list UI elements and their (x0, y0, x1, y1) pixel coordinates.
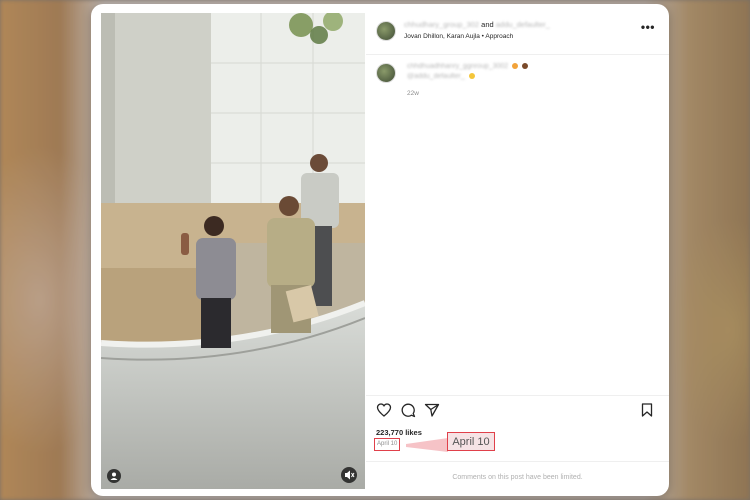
username-link[interactable]: chhudhary_group_302 (404, 20, 479, 29)
comments-limited-notice: Comments on this post have been limited. (452, 474, 583, 481)
divider (366, 461, 669, 462)
date-highlight-callout: April 10 (447, 432, 495, 451)
likes-count[interactable]: 223,770 likes (376, 428, 422, 437)
divider (366, 395, 669, 396)
emoji-icon (512, 63, 519, 70)
mention-link[interactable]: @addu_defaulter_ (407, 73, 465, 80)
header-usernames: chhudhary_group_302 and addu_defaulter_ (404, 20, 550, 29)
avatar[interactable] (376, 21, 396, 41)
joiner-text: and (481, 20, 494, 29)
emoji-icon (522, 63, 529, 70)
callout-connector (406, 438, 448, 452)
username-link[interactable]: addu_defaulter_ (496, 20, 550, 29)
user-tag-icon[interactable] (107, 469, 121, 483)
mute-icon[interactable] (341, 467, 357, 483)
share-icon[interactable] (424, 402, 440, 418)
caption-timestamp[interactable]: 22w (407, 90, 419, 97)
like-heart-icon[interactable] (376, 402, 392, 418)
post-media-image[interactable] (101, 13, 365, 489)
photo-scene (101, 13, 365, 489)
post-details-pane: chhudhary_group_302 and addu_defaulter_ … (366, 4, 669, 496)
more-options-icon[interactable]: ••• (641, 21, 655, 33)
post-modal: chhudhary_group_302 and addu_defaulter_ … (91, 4, 669, 496)
post-header: chhudhary_group_302 and addu_defaulter_ … (376, 18, 655, 46)
save-bookmark-icon[interactable] (639, 402, 655, 418)
action-bar (376, 402, 655, 418)
caption-line: chhdhuadhhanry_ggnroup_3002 (407, 63, 529, 70)
crown-emoji-icon (468, 73, 475, 80)
caption-line: @addu_defaulter_ (407, 73, 475, 80)
audio-track-link[interactable]: Jovan Dhillon, Karan Aujla • Approach (404, 33, 513, 40)
post-date[interactable]: April 10 (374, 438, 401, 451)
avatar[interactable] (376, 63, 396, 83)
comment-icon[interactable] (400, 402, 416, 418)
username-link[interactable]: chhdhuadhhanry_ggnroup_3002 (407, 63, 508, 70)
divider (366, 54, 669, 55)
